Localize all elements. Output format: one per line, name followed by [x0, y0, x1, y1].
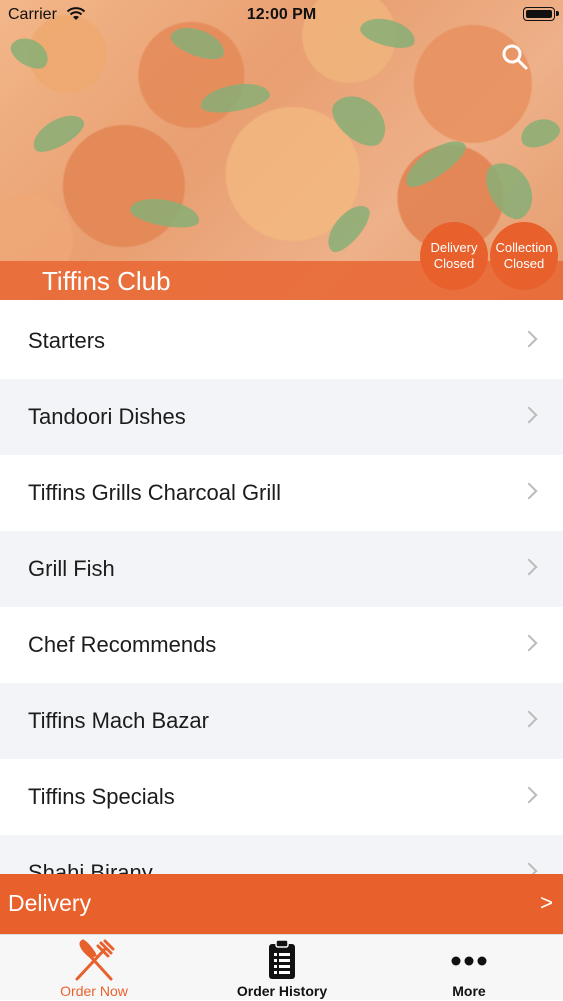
menu-item-starters[interactable]: Starters [0, 303, 563, 379]
order-type-label: Delivery [8, 890, 92, 916]
menu-item-tiffins-mach-bazar[interactable]: Tiffins Mach Bazar [0, 683, 563, 759]
fork-knife-icon [75, 939, 115, 981]
chevron-right-icon [520, 634, 538, 652]
restaurant-name: Tiffins Club [42, 266, 171, 296]
chevron-right-icon [520, 330, 538, 348]
tab-order-now[interactable]: Order Now [0, 935, 188, 1001]
menu-item-chef-recommends[interactable]: Chef Recommends [0, 607, 563, 683]
delivery-status-value: Closed [433, 256, 475, 271]
menu-item-label: Tiffins Grills Charcoal Grill [28, 480, 282, 505]
chevron-right-icon [520, 406, 538, 424]
tab-label: Order Now [60, 983, 128, 999]
menu-item-label: Shahi Birany [28, 860, 153, 874]
chevron-right-icon [520, 710, 538, 728]
menu-item-label: Tandoori Dishes [28, 404, 186, 429]
delivery-status-badge: Delivery Closed [420, 222, 488, 290]
order-type-arrow: > [540, 890, 553, 915]
tab-label: More [452, 983, 486, 999]
menu-item-tiffins-grills[interactable]: Tiffins Grills Charcoal Grill [0, 455, 563, 531]
menu-item-label: Starters [28, 328, 106, 353]
menu-item-shahi-birany[interactable]: Shahi Birany [0, 835, 563, 874]
collection-status-title: Collection [495, 240, 553, 255]
menu-item-label: Tiffins Mach Bazar [28, 708, 209, 733]
chevron-right-icon [520, 862, 538, 874]
menu-category-list[interactable]: Starters Tandoori Dishes Tiffins Grills … [0, 303, 563, 874]
tab-label: Order History [236, 983, 328, 999]
menu-item-grill-fish[interactable]: Grill Fish [0, 531, 563, 607]
delivery-status-title: Delivery [430, 240, 478, 255]
menu-item-tandoori-dishes[interactable]: Tandoori Dishes [0, 379, 563, 455]
status-bar: Carrier 12:00 PM [0, 0, 563, 30]
chevron-right-icon [520, 558, 538, 576]
menu-item-label: Grill Fish [28, 556, 115, 581]
tab-order-history[interactable]: Order History [188, 935, 376, 1001]
menu-item-label: Chef Recommends [28, 632, 217, 657]
chevron-right-icon [520, 482, 538, 500]
chevron-right-icon [520, 786, 538, 804]
search-icon[interactable] [500, 42, 530, 72]
tab-more[interactable]: More [375, 935, 563, 1001]
menu-item-label: Tiffins Specials [28, 784, 175, 809]
battery-icon [523, 7, 559, 21]
collection-status-badge: Collection Closed [490, 222, 558, 290]
more-dots-icon [451, 956, 487, 966]
clipboard-icon [269, 939, 295, 979]
menu-item-tiffins-specials[interactable]: Tiffins Specials [0, 759, 563, 835]
collection-status-value: Closed [503, 256, 545, 271]
order-type-button[interactable]: Delivery > [0, 874, 563, 934]
tab-bar: Order Now Order History More [0, 934, 563, 1000]
clock: 12:00 PM [246, 6, 317, 23]
